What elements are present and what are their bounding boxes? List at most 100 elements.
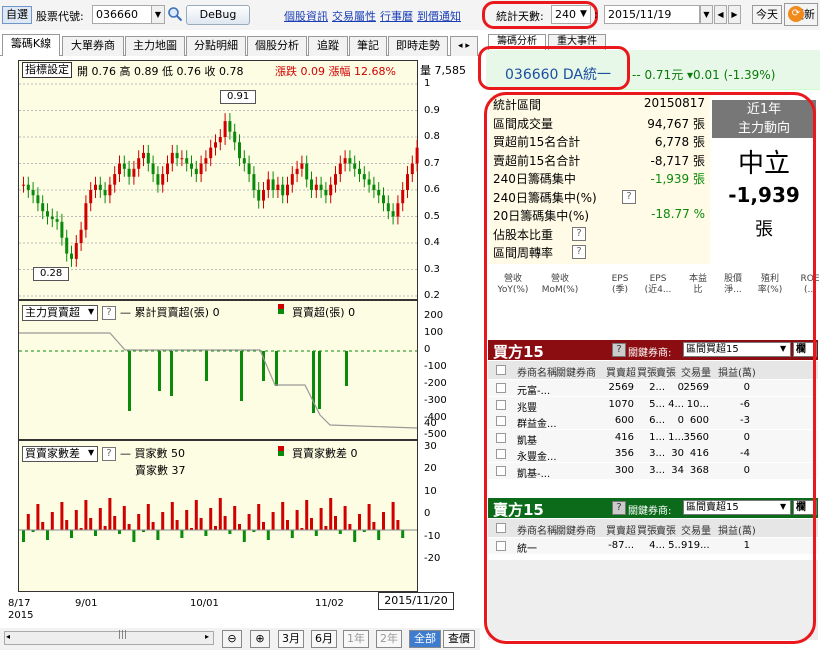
candle-body <box>55 219 59 222</box>
scroll-thumb-icon[interactable]: ||| <box>118 630 127 640</box>
period-6m-button[interactable]: 6月 <box>311 630 337 648</box>
bar <box>194 500 198 530</box>
bar <box>377 530 381 540</box>
bar <box>70 530 73 538</box>
candle-body <box>156 174 160 185</box>
bar <box>266 530 270 540</box>
bar <box>343 506 347 530</box>
candle-body <box>358 168 361 175</box>
chevron-down-icon[interactable]: ▼ <box>88 448 94 457</box>
y-tick: 100 <box>424 327 444 338</box>
candle-body <box>103 190 107 196</box>
panel3-legend-diff: 買賣家數差 0 <box>292 447 358 460</box>
scroll-left-icon[interactable]: ◂ <box>6 632 10 641</box>
bar <box>84 500 88 530</box>
ohlc-text: 開 0.76 高 0.89 低 0.76 收 0.78 <box>77 65 244 78</box>
candle-body <box>180 158 184 160</box>
panel3-legend-buyers: — 買家數 50 <box>120 447 185 460</box>
bar <box>372 522 376 530</box>
candle-body <box>166 163 169 175</box>
date-input[interactable]: 2015/11/19 <box>604 5 700 24</box>
bar <box>338 530 342 534</box>
candle-body <box>372 184 376 190</box>
panel2-dropdown[interactable]: 主力買賣超 <box>22 305 98 321</box>
bar <box>367 504 371 530</box>
bar <box>318 351 321 409</box>
candle-body <box>218 137 222 143</box>
bar <box>60 502 64 530</box>
bar <box>128 351 131 411</box>
candle-body <box>175 152 179 159</box>
bar <box>132 530 136 542</box>
prev-day-icon[interactable]: ◀ <box>714 5 727 24</box>
candle-body <box>46 211 49 217</box>
y-tick: 200 <box>424 310 444 321</box>
zoom-in-icon[interactable]: ⊕ <box>250 630 270 648</box>
candle-body <box>84 203 88 230</box>
candle-body <box>137 158 141 169</box>
candle-body <box>334 174 337 185</box>
chevron-down-icon[interactable]: ▼ <box>580 9 587 19</box>
period-2y-button[interactable]: 2年 <box>376 630 402 648</box>
help-icon[interactable]: ? <box>102 447 116 461</box>
scroll-right-icon[interactable]: ▸ <box>205 632 209 641</box>
chart-scrollbar[interactable] <box>4 631 214 645</box>
bar <box>262 522 265 530</box>
chevron-down-icon[interactable]: ▼ <box>700 5 713 24</box>
panel2-legend-bar: 買賣超(張) 0 <box>292 306 356 319</box>
period-3m-button[interactable]: 3月 <box>278 630 304 648</box>
y-tick: -300 <box>424 395 447 406</box>
bar <box>329 498 333 530</box>
candle-body <box>290 174 294 185</box>
candle-body <box>343 158 347 164</box>
y-tick: 0.7 <box>424 157 440 169</box>
y-tick: -10 <box>424 530 441 542</box>
bar <box>247 514 251 530</box>
candle-body <box>329 184 333 196</box>
candle-body <box>233 131 237 143</box>
help-icon[interactable]: ? <box>102 306 116 320</box>
bar <box>319 508 323 530</box>
refresh-icon: ⟳ <box>788 6 804 22</box>
indicator-settings-button[interactable]: 指標設定 <box>22 62 72 78</box>
period-1y-button[interactable]: 1年 <box>343 630 369 648</box>
candle-body <box>65 237 69 254</box>
candle-body <box>247 163 251 175</box>
quote-button[interactable]: 查價 <box>443 630 475 648</box>
bar <box>89 518 93 530</box>
today-button[interactable]: 今天 <box>752 5 782 24</box>
candle-body <box>74 243 78 259</box>
bar <box>228 530 232 534</box>
bar <box>286 520 289 530</box>
candle-body <box>98 184 102 190</box>
bar <box>345 351 348 386</box>
zoom-out-icon[interactable]: ⊖ <box>222 630 242 648</box>
legend-swatch <box>278 304 284 314</box>
candle-body <box>151 163 155 175</box>
x-label: 10/01 <box>190 598 219 609</box>
candle-body <box>209 147 213 159</box>
bar <box>334 516 337 530</box>
bar <box>103 526 107 530</box>
bar <box>118 530 121 534</box>
candle-body <box>170 152 174 164</box>
low-callout: 0.28 <box>33 267 70 281</box>
period-all-button[interactable]: 全部 <box>409 630 441 648</box>
bar <box>223 516 227 530</box>
bar <box>218 498 222 530</box>
next-day-icon[interactable]: ▶ <box>728 5 741 24</box>
panel3-dropdown[interactable]: 買賣家數差 <box>22 446 98 462</box>
bar <box>391 502 395 530</box>
bar <box>358 514 361 530</box>
chevron-down-icon[interactable]: ▼ <box>88 307 94 316</box>
bar <box>158 351 161 391</box>
bar <box>185 510 189 530</box>
candle-body <box>348 158 352 164</box>
legend-swatch <box>278 446 284 456</box>
candle-body <box>94 184 97 190</box>
candle-body <box>122 163 126 169</box>
bar <box>314 530 318 536</box>
bar <box>242 530 246 542</box>
current-date-box: 2015/11/20 <box>378 592 454 610</box>
candle-body <box>353 163 357 169</box>
